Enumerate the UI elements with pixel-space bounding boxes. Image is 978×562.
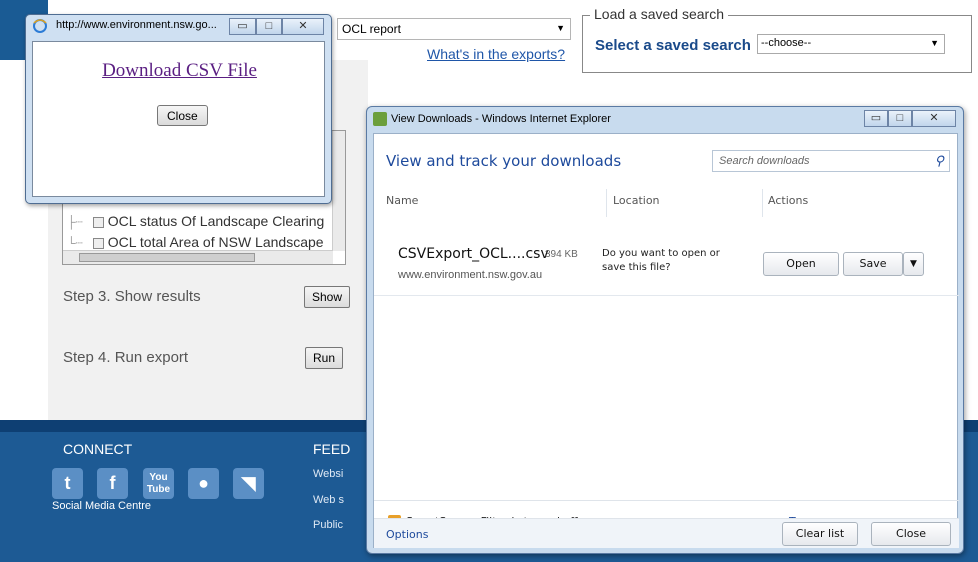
- dropdown-arrow-icon: ▼: [556, 23, 565, 33]
- options-link[interactable]: Options: [386, 528, 428, 541]
- tree-vertical-scrollbar[interactable]: [332, 131, 345, 251]
- download-location-prompt: Do you want to open or save this file?: [602, 248, 720, 273]
- download-item-row[interactable]: CSVExport_OCL....csv 394 KB www.environm…: [374, 234, 959, 296]
- download-csv-popup-window: http://www.environment.nsw.go... ▭ □ ✕ D…: [25, 14, 332, 204]
- column-divider: [762, 189, 763, 217]
- close-icon[interactable]: ✕: [912, 110, 956, 127]
- search-icon[interactable]: ⚲: [934, 153, 944, 169]
- column-header-row: Name Location Actions: [374, 189, 959, 221]
- popup-content: Download CSV File Close: [32, 41, 325, 197]
- tree-checkbox[interactable]: [92, 237, 104, 249]
- window-title: View Downloads - Windows Internet Explor…: [391, 113, 611, 125]
- tree-item[interactable]: ├┈ OCL status Of Landscape Clearing: [67, 213, 324, 229]
- save-button[interactable]: Save: [843, 252, 903, 276]
- facebook-icon[interactable]: f: [97, 468, 128, 499]
- tree-branch-icon: ├┈: [67, 215, 83, 229]
- feed-link[interactable]: Web s: [313, 494, 344, 506]
- report-select-value: OCL report: [342, 22, 401, 36]
- feed-link[interactable]: Websi: [313, 468, 343, 480]
- tree-item-label: OCL status Of Landscape Clearing: [107, 213, 325, 229]
- close-icon[interactable]: ✕: [282, 18, 324, 35]
- downloads-heading: View and track your downloads: [386, 152, 622, 170]
- tree-item[interactable]: └┈ OCL total Area of NSW Landscape: [67, 234, 324, 250]
- report-type-select[interactable]: OCL report ▼: [337, 18, 571, 40]
- search-placeholder: Search downloads: [719, 155, 810, 167]
- download-filesize: 394 KB: [545, 249, 578, 260]
- feed-link[interactable]: Public: [313, 519, 343, 531]
- rss-icon[interactable]: ◥: [233, 468, 264, 499]
- search-downloads-input[interactable]: Search downloads ⚲: [712, 150, 950, 172]
- youtube-icon[interactable]: You Tube: [143, 468, 174, 499]
- minimize-icon[interactable]: ▭: [864, 110, 888, 127]
- tree-branch-icon: └┈: [67, 236, 83, 250]
- footer-divider: [374, 500, 959, 501]
- downloads-content: View and track your downloads Search dow…: [373, 133, 959, 548]
- open-button[interactable]: Open: [763, 252, 839, 276]
- column-divider: [606, 189, 607, 217]
- saved-search-select[interactable]: --choose-- ▼: [757, 34, 945, 54]
- downloads-close-button[interactable]: Close: [871, 522, 951, 546]
- clear-list-button[interactable]: Clear list: [782, 522, 858, 546]
- download-csv-link[interactable]: Download CSV File: [33, 60, 326, 82]
- downloads-app-icon: [373, 112, 387, 126]
- maximize-icon[interactable]: □: [256, 18, 282, 35]
- tree-horizontal-scrollbar[interactable]: [63, 250, 333, 264]
- download-filename: CSVExport_OCL....csv: [398, 246, 549, 262]
- minimize-icon[interactable]: ▭: [229, 18, 256, 35]
- dropdown-arrow-icon: ▼: [930, 38, 939, 48]
- saved-search-value: --choose--: [761, 37, 812, 49]
- view-downloads-window: View Downloads - Windows Internet Explor…: [366, 106, 964, 554]
- twitter-icon[interactable]: t: [52, 468, 83, 499]
- whats-in-exports-link[interactable]: What's in the exports?: [427, 46, 565, 62]
- show-results-button[interactable]: Show: [304, 286, 351, 308]
- popup-title: http://www.environment.nsw.go...: [56, 19, 217, 31]
- popup-close-button[interactable]: Close: [157, 105, 208, 126]
- column-header-actions: Actions: [768, 194, 809, 207]
- social-media-centre-link[interactable]: Social Media Centre: [52, 500, 151, 512]
- column-header-name[interactable]: Name: [386, 194, 418, 207]
- maximize-icon[interactable]: □: [888, 110, 912, 127]
- internet-explorer-icon: [33, 19, 47, 33]
- saved-search-label: Select a saved search: [595, 37, 751, 54]
- saved-search-legend: Load a saved search: [590, 6, 728, 22]
- download-source: www.environment.nsw.gov.au: [398, 269, 543, 281]
- column-header-location[interactable]: Location: [613, 194, 660, 207]
- feed-heading: FEED: [313, 441, 351, 457]
- run-export-button[interactable]: Run: [305, 347, 344, 369]
- tree-item-label: OCL total Area of NSW Landscape: [107, 234, 324, 250]
- step3-label: Step 3. Show results: [63, 288, 201, 305]
- flickr-icon[interactable]: ●: [188, 468, 219, 499]
- save-options-dropdown-icon[interactable]: ▼: [903, 252, 924, 276]
- step4-label: Step 4. Run export: [63, 349, 189, 366]
- tree-checkbox[interactable]: [92, 216, 104, 228]
- connect-heading: CONNECT: [63, 441, 133, 457]
- scrollbar-thumb[interactable]: [79, 253, 255, 262]
